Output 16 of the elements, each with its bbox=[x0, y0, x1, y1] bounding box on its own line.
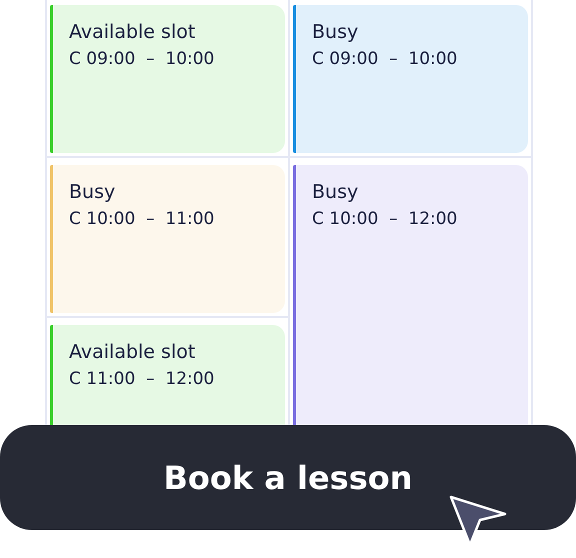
slot-time: C 09:00 – 10:00 bbox=[69, 49, 214, 69]
slot-card[interactable]: Busy C 10:00 – 12:00 bbox=[293, 165, 528, 425]
book-lesson-button[interactable]: Book a lesson bbox=[0, 425, 576, 530]
slot-time: C 10:00 – 12:00 bbox=[312, 209, 458, 229]
slot-card[interactable]: Available slot C 11:00 – 12:00 bbox=[50, 325, 285, 425]
slot-title: Busy bbox=[312, 21, 358, 43]
slot-card[interactable]: Busy C 10:00 – 11:00 bbox=[50, 165, 285, 313]
slot-time: C 09:00 – 10:00 bbox=[312, 49, 458, 69]
slot-time: C 11:00 – 12:00 bbox=[69, 369, 214, 389]
slot-title: Busy bbox=[69, 181, 116, 203]
slot-title: Busy bbox=[312, 181, 358, 203]
slot-title: Available slot bbox=[69, 341, 196, 363]
slot-card[interactable]: Available slot C 09:00 – 10:00 bbox=[50, 5, 285, 153]
slot-card[interactable]: Busy C 09:00 – 10:00 bbox=[293, 5, 528, 153]
slot-title: Available slot bbox=[69, 21, 196, 43]
slot-time: C 10:00 – 11:00 bbox=[69, 209, 214, 229]
